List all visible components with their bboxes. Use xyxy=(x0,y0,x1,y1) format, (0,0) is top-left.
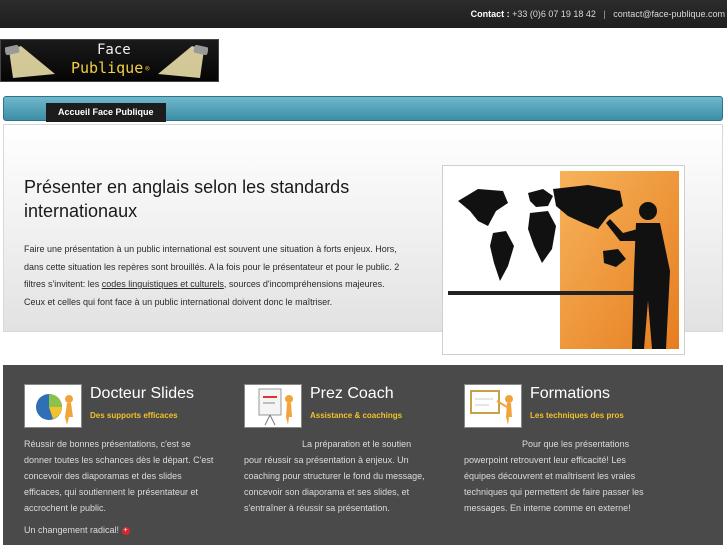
hero-image xyxy=(442,165,685,355)
contact-separator: | xyxy=(603,9,606,19)
service-title[interactable]: Formations xyxy=(530,385,610,403)
spotlight-right-icon xyxy=(158,45,208,78)
swiss-flag-icon: + xyxy=(121,527,130,535)
service-extra: Un changement radical! + xyxy=(24,525,130,535)
logo-text-publique: Publique ® xyxy=(71,59,150,77)
contact-email-link[interactable]: contact@face-publique.com xyxy=(613,9,725,19)
main-nav: Accueil Face Publique xyxy=(3,96,723,122)
spotlight-left-icon xyxy=(5,45,55,78)
service-description: La préparation et le soutien pour réussi… xyxy=(244,439,425,513)
logo-text-face: Face xyxy=(97,42,131,58)
contact-label: Contact : xyxy=(470,9,510,19)
site-logo[interactable]: Face Publique ® xyxy=(0,39,219,82)
pie-chart-figure-icon[interactable] xyxy=(24,384,82,428)
services-band: Docteur Slides Des supports efficaces Ré… xyxy=(3,365,723,545)
contact-info: Contact : +33 (0)6 07 19 18 42 | contact… xyxy=(471,9,725,19)
hero-title: Présenter en anglais selon les standards… xyxy=(24,177,350,221)
hero-section: Présenter en anglais selon les standards… xyxy=(3,124,723,355)
contact-phone: +33 (0)6 07 19 18 42 xyxy=(512,9,596,19)
service-subtitle: Des supports efficaces xyxy=(90,411,178,420)
top-bar: Contact : +33 (0)6 07 19 18 42 | contact… xyxy=(0,0,727,28)
whiteboard-figure-icon[interactable] xyxy=(464,384,522,428)
service-title[interactable]: Prez Coach xyxy=(310,385,394,403)
service-title[interactable]: Docteur Slides xyxy=(90,385,194,403)
presenter-world-map-icon xyxy=(448,171,679,349)
hero-link-codes[interactable]: codes linguistiques et culturels xyxy=(102,279,224,289)
flipchart-figure-icon[interactable] xyxy=(244,384,302,428)
nav-item-accueil[interactable]: Accueil Face Publique xyxy=(46,103,166,122)
service-subtitle: Les techniques des pros xyxy=(530,411,624,420)
hero-text: Faire une présentation à un public inter… xyxy=(24,244,400,307)
service-description: Réussir de bonnes présentations, c'est s… xyxy=(24,436,214,538)
service-subtitle: Assistance & coachings xyxy=(310,411,403,420)
registered-mark: ® xyxy=(145,64,150,73)
service-description: Pour que les présentations powerpoint re… xyxy=(464,439,644,513)
